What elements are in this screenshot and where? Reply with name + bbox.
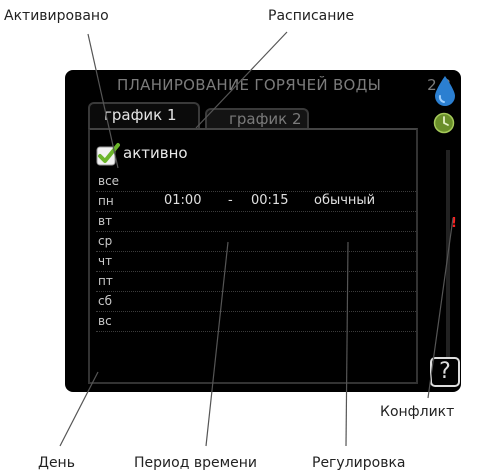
water-drop-icon — [435, 76, 455, 106]
end-time[interactable]: 00:15 — [251, 193, 288, 208]
day-row-sun[interactable]: вс — [96, 312, 416, 332]
day-label: вт — [98, 214, 113, 228]
screen-title: ПЛАНИРОВАНИЕ ГОРЯЧЕЙ ВОДЫ — [117, 76, 382, 94]
day-row-all[interactable]: все — [96, 172, 416, 192]
tab-schedule-2[interactable]: график 2 — [205, 108, 309, 130]
conflict-mark: ! — [451, 216, 457, 231]
callout-day: День — [38, 455, 75, 471]
callout-schedule: Расписание — [268, 8, 355, 24]
day-row-sat[interactable]: сб — [96, 292, 416, 312]
tab-schedule-1-label: график 1 — [104, 106, 177, 124]
active-label: активно — [123, 144, 188, 162]
checkmark-icon[interactable] — [96, 142, 120, 166]
day-label: пн — [98, 194, 114, 208]
day-row-fri[interactable]: пт — [96, 272, 416, 292]
schedule-panel: активно все пн 01:00 - 00:15 обычный вт … — [88, 128, 418, 384]
day-label: сб — [98, 294, 112, 308]
day-label: вс — [98, 314, 112, 328]
help-icon[interactable]: ? — [430, 357, 460, 387]
day-label: чт — [98, 254, 113, 268]
device-screen: ПЛАНИРОВАНИЕ ГОРЯЧЕЙ ВОДЫ 2.3 график 2 г… — [65, 70, 461, 392]
start-time[interactable]: 01:00 — [164, 193, 201, 208]
day-row-wed[interactable]: ср — [96, 232, 416, 252]
time-separator: - — [228, 193, 233, 208]
tab-schedule-2-label: график 2 — [229, 110, 302, 128]
day-row-thu[interactable]: чт — [96, 252, 416, 272]
day-label: пт — [98, 274, 113, 288]
clock-icon — [433, 112, 455, 134]
callout-activated: Активировано — [4, 8, 109, 24]
callout-time-period: Период времени — [134, 455, 257, 471]
adjustment-mode[interactable]: обычный — [314, 193, 375, 208]
scrollbar[interactable] — [446, 150, 450, 382]
day-row-mon[interactable]: пн 01:00 - 00:15 обычный — [96, 192, 416, 212]
callout-conflict: Конфликт — [380, 404, 455, 420]
tab-schedule-1[interactable]: график 1 — [88, 102, 200, 130]
day-row-tue[interactable]: вт — [96, 212, 416, 232]
day-label: ср — [98, 234, 113, 248]
callout-adjustment: Регулировка — [312, 455, 406, 471]
day-label: все — [98, 174, 120, 188]
